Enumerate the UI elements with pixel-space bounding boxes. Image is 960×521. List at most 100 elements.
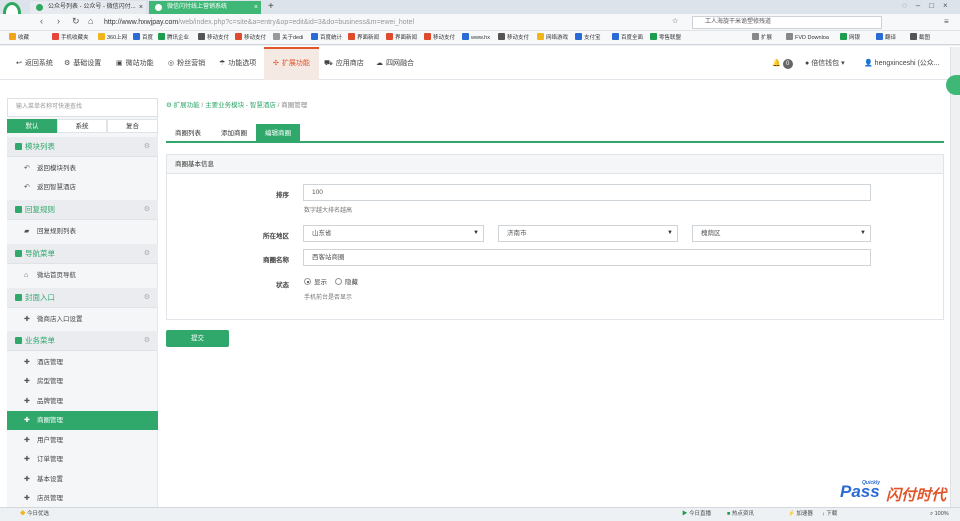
bookmark-item[interactable]: 扩展 [752,31,772,44]
district-select[interactable]: 槐荫区 ▼ [692,225,871,242]
sidebar-item-hotel-mgmt[interactable]: ✚ 酒店管理 [7,353,158,372]
reload-icon[interactable]: ↻ [72,16,80,27]
sidebar-item-user-mgmt[interactable]: ✚ 用户管理 [7,431,158,450]
tab-district-list[interactable]: 商圈列表 [166,124,210,143]
select-arrow-icon: ▼ [667,230,673,236]
menu-icon[interactable]: ≡ [944,17,949,26]
city-select[interactable]: 济南市 ▼ [498,225,678,242]
window-controls[interactable]: ◌–□× [902,1,957,10]
close-tab-icon[interactable]: × [139,1,143,14]
status-item[interactable]: ↓ 下载 [822,508,837,521]
nav-four-net[interactable]: ☁ 四网融合 [370,47,420,80]
status-item[interactable]: ■ 热点资讯 [727,508,754,521]
user-menu[interactable]: 👤 hengxinceshi (公众... [864,47,940,80]
status-left[interactable]: ◆ 今日优选 [20,508,49,521]
bookmark-item[interactable]: 移动支付 [235,31,266,44]
nav-back-system[interactable]: ↩ 返回系统 [10,47,59,80]
bookmark-item[interactable]: 翻译 [876,31,896,44]
browser-tab-2[interactable]: 微信闪付线上营销系统 × [149,1,261,14]
sidebar-group-nav-menu[interactable]: 导航菜单 ⚙ [7,244,158,264]
bookmark-item[interactable]: 百度全面 [612,31,643,44]
sort-label: 排序 [276,192,289,199]
browser-tab-1[interactable]: 公众号列表 - 公众号 - 微信闪付... × [30,1,146,14]
floating-assistant-icon[interactable] [946,75,960,95]
browser-tab-bar: 公众号列表 - 公众号 - 微信闪付... × 微信闪付线上营销系统 × + ◌… [0,0,960,24]
tab-edit-district[interactable]: 编辑商圈 [256,124,300,143]
sidebar-item-shop-entry[interactable]: ✚ 微商店入口设置 [7,310,158,329]
bookmark-item[interactable]: 网络游戏 [537,31,568,44]
sidebar-item-back-hotel[interactable]: ↶ 返回智慧酒店 [7,178,158,197]
status-hide-radio[interactable]: 隐藏 [335,278,358,287]
zoom-level[interactable]: ⌕ 100% [930,508,949,521]
status-show-radio[interactable]: 显示 [304,278,327,287]
sidebar-group-cover-entry[interactable]: 封面入口 ⚙ [7,288,158,308]
bookmark-item[interactable]: 百度 [133,31,153,44]
sidebar-group-modules[interactable]: 模块列表 ⚙ [7,137,158,157]
home-icon[interactable]: ⌂ [88,16,93,26]
close-tab-icon[interactable]: × [254,1,258,14]
address-bar: ‹ › ↻ ⌂ http://www.hxwjpay.com/web/index… [0,14,960,31]
nav-micro-site[interactable]: ▣ 微站功能 [110,47,160,80]
sidebar-tab-system[interactable]: 系统 [57,119,107,133]
nav-function-options[interactable]: ☂ 功能选项 [213,47,262,80]
bookmark-item[interactable]: 关于dedi [273,31,303,44]
breadcrumb-module[interactable]: 主要业务模块 - 智慧酒店 [205,102,276,109]
bookmark-item[interactable]: 移动支付 [498,31,529,44]
browser-chrome: 公众号列表 - 公众号 - 微信闪付... × 微信闪付线上营销系统 × + ◌… [0,0,960,46]
nav-fans-marketing[interactable]: ◎ 粉丝营销 [162,47,211,80]
bookmark-item[interactable]: 界面新闻 [386,31,417,44]
forward-icon[interactable]: › [57,16,60,26]
district-form-panel: 商圈基本信息 排序 100 数字越大排名越高 所在地区 山东省 ▼ 济南市 ▼ 槐荫… [166,154,944,320]
bookmark-item[interactable]: 截图 [910,31,930,44]
bookmark-item[interactable]: 支付宝 [575,31,601,44]
bookmark-item[interactable]: 收藏 [9,31,29,44]
new-tab-button[interactable]: + [268,1,274,12]
sidebar-search-input[interactable]: 输入菜单名称可快速查找 [7,98,158,117]
bookmark-item[interactable]: 网银 [840,31,860,44]
grid-icon [15,294,22,301]
sidebar-tab-default[interactable]: 默认 [7,119,57,133]
url-input[interactable]: http://www.hxwjpay.com/web/index.php?c=s… [104,17,644,28]
sidebar-item-basic-settings[interactable]: ✚ 基本设置 [7,470,158,489]
province-select[interactable]: 山东省 ▼ [303,225,484,242]
sidebar-item-home-nav[interactable]: ⌂ 微站首页导航 [7,266,158,285]
vertical-scrollbar[interactable] [950,47,960,507]
notification-badge: 0 [782,59,793,69]
sidebar-tab-composite[interactable]: 复合 [107,119,158,133]
bookmark-item[interactable]: 360上网 [98,31,127,44]
bookmark-item[interactable]: FVD Downloa [786,31,829,44]
nav-extend-functions[interactable]: ✣ 扩展功能 [264,47,319,80]
bookmark-item[interactable]: 零售联盟 [650,31,681,44]
district-name-input[interactable]: 西客站商圈 [303,249,871,266]
status-item[interactable]: ⚡ 加速器 [788,508,813,521]
status-item[interactable]: ▶ 今日直播 [682,508,711,521]
back-icon[interactable]: ‹ [40,16,43,26]
breadcrumb-root[interactable]: 扩展功能 [174,102,200,109]
sidebar-item-district-mgmt[interactable]: ✚ 商圈管理 [7,411,158,430]
tab-add-district[interactable]: 添加商圈 [212,124,256,143]
sidebar-item-room-mgmt[interactable]: ✚ 房型管理 [7,372,158,391]
puzzle-icon: ✚ [24,359,30,366]
sidebar-group-business-menu[interactable]: 业务菜单 ⚙ [7,331,158,351]
wallet-menu[interactable]: ● 倍信钱包 ▾ [805,47,845,80]
bookmark-item[interactable]: 界面新闻 [348,31,379,44]
sidebar-item-brand-mgmt[interactable]: ✚ 品牌管理 [7,392,158,411]
submit-button[interactable]: 提交 [166,330,229,347]
bookmark-item[interactable]: 百度统计 [311,31,342,44]
notification-bell[interactable]: 🔔 0 [772,47,793,80]
sidebar-item-back-modules[interactable]: ↶ 返回模块列表 [7,159,158,178]
sort-input[interactable]: 100 [303,184,871,201]
sidebar-item-staff-mgmt[interactable]: ✚ 店员管理 [7,489,158,508]
nav-basic-settings[interactable]: ⚙ 基础设置 [58,47,107,80]
search-input[interactable]: 工人海旋干米诡塑修残道 [692,16,882,29]
bookmark-item[interactable]: 移动支付 [424,31,455,44]
sidebar-item-order-mgmt[interactable]: ✚ 订单管理 [7,450,158,469]
sidebar-item-reply-list[interactable]: ▰ 回复规则列表 [7,222,158,241]
bookmark-item[interactable]: www.hx [462,31,490,44]
star-icon[interactable]: ☆ [672,17,678,25]
nav-app-store[interactable]: ⛟ 应用商店 [318,47,370,80]
sidebar-group-reply-rules[interactable]: 回复规则 ⚙ [7,200,158,220]
bookmark-item[interactable]: 腾讯企业 [158,31,189,44]
bookmark-item[interactable]: 移动支付 [198,31,229,44]
bookmark-item[interactable]: 手机收藏夹 [52,31,89,44]
